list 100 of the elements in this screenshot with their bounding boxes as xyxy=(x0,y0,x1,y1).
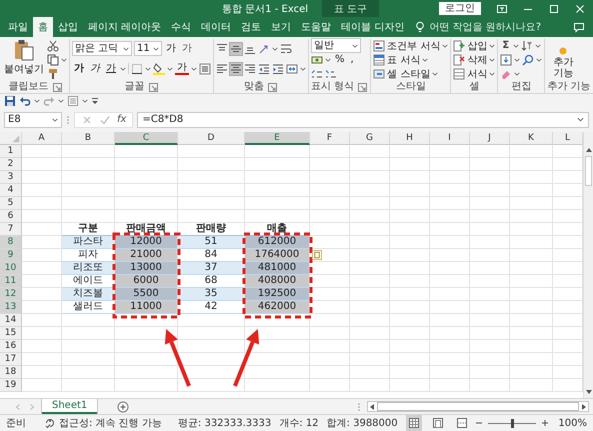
ribbon-tab[interactable]: 도움말 xyxy=(296,17,336,37)
autosum-button[interactable]: Σ xyxy=(500,40,512,52)
percent-button[interactable]: % xyxy=(333,54,347,66)
scroll-thumb[interactable] xyxy=(377,402,579,411)
caret-icon[interactable] xyxy=(300,66,306,72)
menu-button[interactable]: 표 서식 xyxy=(373,52,428,66)
row-header[interactable]: 13 xyxy=(0,301,22,314)
caret-icon[interactable] xyxy=(325,56,331,62)
grow-font-button[interactable]: 가 xyxy=(164,42,178,54)
wrap-text-icon[interactable] xyxy=(280,42,292,54)
ribbon-tab[interactable]: 검토 xyxy=(236,17,266,37)
row-header[interactable]: 3 xyxy=(0,171,22,184)
ribbon-tab[interactable]: 테이블 디자인 xyxy=(336,17,410,37)
comment-icon[interactable] xyxy=(573,21,585,33)
italic-button[interactable]: 가 xyxy=(88,62,102,74)
paste-options-icon[interactable] xyxy=(312,250,322,260)
name-box[interactable]: E8 xyxy=(4,112,62,128)
decrease-indent-icon[interactable] xyxy=(258,62,270,74)
menu-button[interactable]: 셀 스타일 xyxy=(373,66,438,80)
column-header[interactable]: I xyxy=(430,132,470,145)
cut-icon[interactable] xyxy=(47,40,59,52)
page-break-view-icon[interactable] xyxy=(456,417,468,429)
menu-button[interactable]: 조건부 서식 xyxy=(373,38,448,52)
caret-icon[interactable] xyxy=(61,56,67,62)
font-color-button[interactable]: 가 xyxy=(175,62,189,74)
save-icon[interactable] xyxy=(4,95,16,107)
add-sheet-icon[interactable] xyxy=(117,400,130,412)
ribbon-tab[interactable]: 페이지 레이아웃 xyxy=(83,17,166,37)
copy-icon[interactable] xyxy=(47,54,59,66)
caret-icon[interactable] xyxy=(535,42,542,48)
splitter-icon[interactable] xyxy=(66,114,70,126)
decrease-decimal-icon[interactable] xyxy=(325,68,337,80)
dialog-launcher-icon[interactable] xyxy=(148,82,158,92)
zoom-in-icon[interactable] xyxy=(541,419,550,427)
row-header[interactable]: 7 xyxy=(0,223,22,236)
caret-icon[interactable] xyxy=(514,70,520,76)
row-header[interactable]: 5 xyxy=(0,197,22,210)
row-header[interactable]: 14 xyxy=(0,314,22,327)
dialog-launcher-icon[interactable] xyxy=(267,82,278,92)
ribbon-tab[interactable]: 삽입 xyxy=(53,17,83,37)
dialog-launcher-icon[interactable] xyxy=(52,82,62,92)
caret-icon[interactable] xyxy=(514,56,520,62)
dialog-launcher-icon[interactable] xyxy=(357,82,368,92)
caret-icon[interactable] xyxy=(167,66,173,72)
ribbon-tab[interactable]: 데이터 xyxy=(196,17,236,37)
formula-field[interactable]: =C8*D8 xyxy=(137,112,589,128)
menu-button[interactable]: 삽입 xyxy=(453,38,496,52)
caret-icon[interactable] xyxy=(82,98,88,104)
column-header[interactable]: J xyxy=(470,132,510,145)
font-name-field[interactable]: 맑은 고딕 xyxy=(72,41,132,56)
align-left-icon[interactable] xyxy=(216,62,228,74)
comma-button[interactable]: , xyxy=(348,54,356,66)
maximize-icon[interactable] xyxy=(548,2,560,14)
vertical-scrollbar[interactable] xyxy=(583,132,593,398)
merge-cells-icon[interactable] xyxy=(286,62,298,74)
orientation-icon[interactable] xyxy=(258,42,270,54)
column-header[interactable]: D xyxy=(178,132,245,145)
splitter-icon[interactable] xyxy=(357,400,361,412)
phonetic-guide-icon[interactable] xyxy=(199,62,211,74)
ribbon-display-options-icon[interactable] xyxy=(496,2,508,14)
horizontal-scrollbar[interactable] xyxy=(367,401,589,412)
caret-icon[interactable] xyxy=(120,66,126,72)
column-header[interactable]: L xyxy=(553,132,583,145)
caret-icon[interactable] xyxy=(34,98,40,104)
row-header[interactable]: 11 xyxy=(0,275,22,288)
align-right-icon[interactable] xyxy=(244,62,256,74)
row-header[interactable]: 16 xyxy=(0,340,22,353)
column-header[interactable]: F xyxy=(310,132,350,145)
column-header[interactable]: G xyxy=(350,132,390,145)
accessibility-icon[interactable] xyxy=(44,417,56,429)
scroll-down-icon[interactable] xyxy=(584,388,592,396)
font-size-field[interactable]: 11 xyxy=(134,41,162,56)
row-header[interactable]: 19 xyxy=(0,379,22,392)
slider-thumb[interactable] xyxy=(511,418,514,428)
borders-icon[interactable] xyxy=(131,62,143,74)
tell-me-field[interactable]: 어떤 작업을 원하시나요? xyxy=(429,20,542,34)
scroll-right-icon[interactable] xyxy=(580,402,588,410)
shrink-font-button[interactable]: 가 xyxy=(180,42,194,54)
bold-button[interactable]: 가 xyxy=(72,62,86,74)
insert-function-button[interactable]: fx xyxy=(117,114,126,125)
row-header[interactable]: 4 xyxy=(0,184,22,197)
format-painter-icon[interactable] xyxy=(47,68,59,80)
customize-icon[interactable] xyxy=(91,96,99,106)
column-header[interactable]: E xyxy=(245,132,310,145)
search-icon[interactable] xyxy=(522,54,534,66)
sort-filter-icon[interactable] xyxy=(521,40,534,52)
increase-decimal-icon[interactable] xyxy=(311,68,323,80)
caret-icon[interactable] xyxy=(58,98,64,104)
caret-icon[interactable] xyxy=(272,46,278,52)
form-icon[interactable] xyxy=(67,95,79,107)
row-header[interactable]: 2 xyxy=(0,158,22,171)
column-header[interactable]: K xyxy=(510,132,553,145)
accessibility-status[interactable]: 접근성: 계속 진행 가능 xyxy=(59,416,162,430)
row-header[interactable]: 1 xyxy=(0,145,22,158)
scroll-up-icon[interactable] xyxy=(584,146,592,154)
scroll-left-icon[interactable] xyxy=(368,402,376,410)
caret-icon[interactable] xyxy=(145,66,151,72)
add-ins-button[interactable]: 추가 기능 xyxy=(547,39,580,81)
ribbon-tab[interactable]: 수식 xyxy=(166,17,196,37)
caret-icon[interactable] xyxy=(536,56,542,62)
